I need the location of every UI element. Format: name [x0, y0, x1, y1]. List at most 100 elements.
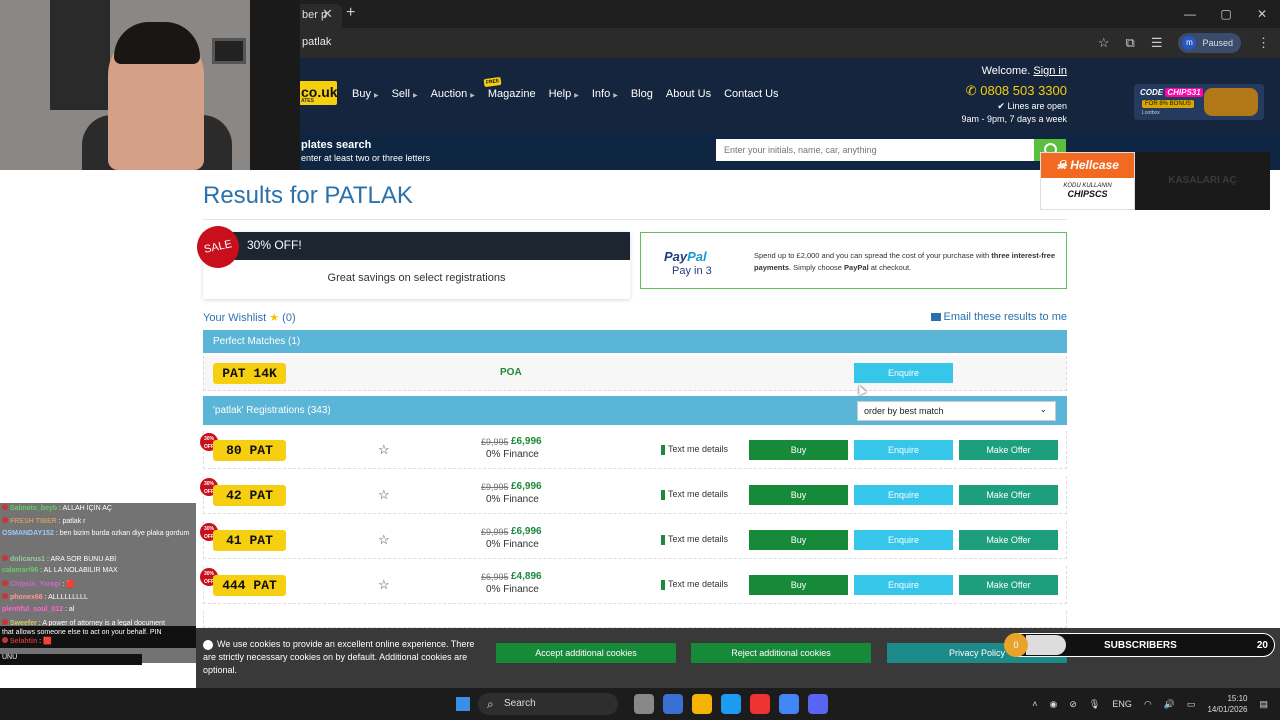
phone-number[interactable]: ✆ 0808 503 3300 — [966, 83, 1067, 99]
store-icon[interactable] — [721, 694, 741, 714]
task-view-icon[interactable] — [634, 694, 654, 714]
wishlist-link[interactable]: Your Wishlist ★ (0) — [203, 311, 296, 324]
text-me-details-link[interactable]: Text me details — [661, 444, 728, 455]
volume-icon[interactable]: 🔊 — [1164, 699, 1175, 710]
site-logo[interactable]: co.uk ATES — [299, 81, 338, 105]
chat-message: plentiful_soul_012 : al — [2, 605, 75, 613]
sale-banner[interactable]: SALE 30% OFF! Great savings on select re… — [193, 222, 630, 299]
profile-status: Paused — [1202, 38, 1233, 48]
nav-sell[interactable]: Sell ▶ — [392, 88, 418, 100]
wishlist-star-icon[interactable]: ☆ — [378, 577, 390, 593]
wishlist-star-icon[interactable]: ☆ — [378, 487, 390, 503]
plate-search-input[interactable] — [716, 139, 1034, 161]
nav-label: Auction — [430, 88, 468, 100]
buy-button[interactable]: Buy — [749, 485, 848, 505]
enquire-button[interactable]: Enquire — [854, 485, 953, 505]
clock[interactable]: 15:10 14/01/2026 — [1207, 693, 1247, 715]
plate-image[interactable]: 80 PAT — [213, 440, 286, 461]
text-me-details-link[interactable]: Text me details — [661, 579, 728, 590]
wishlist-star-icon[interactable]: ☆ — [378, 442, 390, 458]
paypal-text-c: at checkout. — [868, 263, 912, 272]
order-by-select[interactable]: order by best match ⌄ — [857, 401, 1056, 421]
nav-contact-us[interactable]: Contact Us — [724, 88, 778, 100]
network-off-icon[interactable]: ⊘ — [1069, 699, 1077, 710]
url-field[interactable]: patlak — [302, 36, 331, 48]
text-me-details-link[interactable]: Text me details — [661, 534, 728, 545]
chat-input-preview: UNU — [0, 654, 142, 665]
nav-about-us[interactable]: About Us — [666, 88, 711, 100]
chevron-down-icon: ⌄ — [1039, 404, 1047, 414]
notification-icon[interactable]: ▤ — [1259, 699, 1268, 710]
email-results-link[interactable]: Email these results to me — [930, 311, 1067, 323]
nav-auction[interactable]: Auction ▶ — [431, 88, 475, 100]
discord-icon[interactable] — [779, 694, 799, 714]
chat-message: calamari96 : AL LA NOLABİLİR MAX — [2, 567, 118, 575]
browser-tab[interactable]: ber p — [296, 4, 342, 28]
bookmark-star-icon[interactable]: ☆ — [1098, 35, 1110, 51]
enquire-button[interactable]: Enquire — [854, 363, 953, 383]
registration-row: 30% OFF 42 PAT ☆ £9,995 £6,996 0% Financ… — [200, 476, 1067, 514]
battery-icon[interactable]: ▭ — [1187, 699, 1196, 710]
search-subtitle: enter at least two or three letters — [301, 153, 431, 163]
tray-chevron-icon[interactable]: ˄ — [1032, 699, 1037, 709]
plate-image[interactable]: 41 PAT — [213, 530, 286, 551]
taskbar-search[interactable]: Search — [478, 693, 618, 715]
reject-cookies-button[interactable]: Reject additional cookies — [691, 643, 871, 663]
browser-menu-icon[interactable]: ⋮ — [1257, 35, 1270, 51]
tab-close-icon[interactable]: ✕ — [322, 6, 333, 22]
language-indicator[interactable]: ENG — [1112, 699, 1132, 709]
plate-image[interactable]: 42 PAT — [213, 485, 286, 506]
wifi-icon[interactable]: ◠ — [1144, 699, 1152, 710]
minimize-button[interactable]: — — [1172, 0, 1208, 28]
subscribers-goal-widget: 0 SUBSCRIBERS 20 — [1004, 633, 1275, 657]
nav-blog[interactable]: Blog — [631, 88, 653, 100]
lootbox-promo-overlay: CODE CHIPS31 FOR 8% BONUS Lootbox — [1134, 84, 1264, 120]
file-explorer-icon[interactable] — [663, 694, 683, 714]
text-me-details-link[interactable]: Text me details — [661, 489, 728, 500]
promo-brand: Lootbox — [1142, 110, 1160, 116]
logo-subtext: ATES — [301, 98, 314, 104]
nav-buy[interactable]: Buy ▶ — [352, 88, 379, 100]
obs-icon[interactable] — [808, 694, 828, 714]
sale-badge: SALE — [193, 222, 243, 272]
make-offer-button[interactable]: Make Offer — [959, 575, 1058, 595]
chat-username: OSMANDAY152 — [2, 529, 54, 537]
make-offer-button[interactable]: Make Offer — [959, 485, 1058, 505]
nav-magazine[interactable]: FREE Magazine — [483, 76, 536, 100]
hellcase-brand: Hellcase — [1070, 158, 1119, 172]
sign-in-link[interactable]: Sign in — [1033, 65, 1067, 77]
search-title: plates search — [301, 139, 372, 151]
plate-image[interactable]: PAT 14K — [213, 363, 286, 384]
plate-image[interactable]: 444 PAT — [213, 575, 286, 596]
caret-right-icon: ▶ — [574, 93, 579, 99]
new-tab-button[interactable]: + — [346, 4, 355, 22]
lines-open: ✔ Lines are open — [997, 101, 1067, 112]
enquire-button[interactable]: Enquire — [854, 575, 953, 595]
discord-tray-icon[interactable]: ◉ — [1049, 699, 1057, 710]
edge-icon[interactable] — [692, 694, 712, 714]
make-offer-button[interactable]: Make Offer — [959, 440, 1058, 460]
enquire-button[interactable]: Enquire — [854, 440, 953, 460]
nav-info[interactable]: Info ▶ — [592, 88, 618, 100]
windows-start-icon[interactable] — [456, 697, 470, 711]
new-price: £6,996 — [511, 526, 542, 537]
chat-badge-icon — [2, 637, 8, 643]
wishlist-star-icon[interactable]: ☆ — [378, 532, 390, 548]
microphone-icon[interactable]: 🎙 — [1089, 699, 1100, 710]
close-window-button[interactable]: ✕ — [1244, 0, 1280, 28]
accept-cookies-button[interactable]: Accept additional cookies — [496, 643, 676, 663]
buy-button[interactable]: Buy — [749, 440, 848, 460]
buy-button[interactable]: Buy — [749, 530, 848, 550]
enquire-button[interactable]: Enquire — [854, 530, 953, 550]
wishlist-label: Your Wishlist — [203, 312, 267, 324]
maximize-button[interactable]: ▢ — [1208, 0, 1244, 28]
chrome-icon[interactable] — [750, 694, 770, 714]
make-offer-button[interactable]: Make Offer — [959, 530, 1058, 550]
nav-help[interactable]: Help ▶ — [549, 88, 579, 100]
profile-button[interactable]: m Paused — [1178, 33, 1241, 53]
new-price: £6,996 — [511, 436, 542, 447]
media-icon[interactable]: ☰ — [1151, 35, 1163, 51]
sale-off-text: 30% OFF! — [247, 238, 302, 252]
buy-button[interactable]: Buy — [749, 575, 848, 595]
extensions-icon[interactable]: ⧉ — [1126, 35, 1135, 51]
